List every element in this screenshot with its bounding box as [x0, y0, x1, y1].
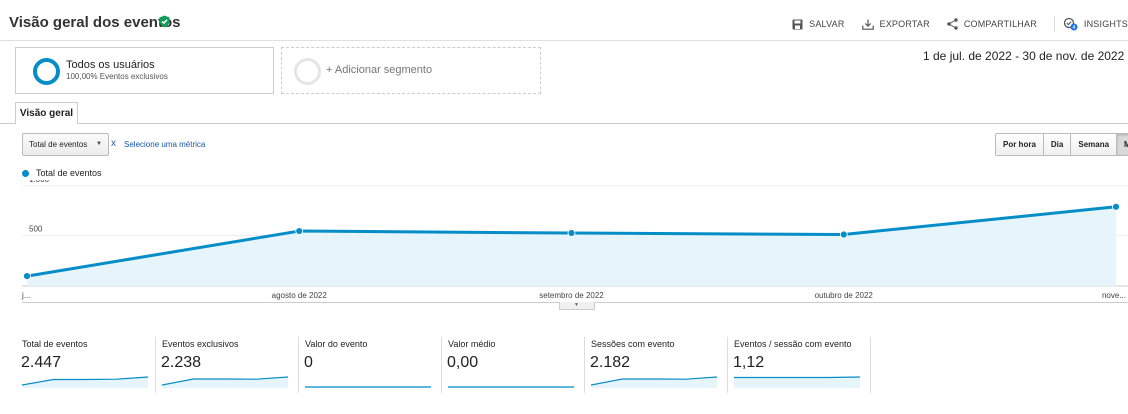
scorecard-value: 2.238: [161, 354, 202, 371]
metric-select-value: Total de eventos: [29, 140, 88, 149]
x-tick-label-4: nove...: [1102, 291, 1126, 300]
scorecard-value: 0: [304, 354, 313, 371]
scorecard[interactable]: Sessões com evento 2.182: [585, 337, 728, 393]
scorecard[interactable]: Eventos / sessão com evento 1,12: [728, 337, 871, 393]
chart-collapse-handle[interactable]: ▼: [559, 302, 595, 310]
verified-shield-icon: [159, 15, 170, 28]
insights-label: INSIGHTS: [1083, 19, 1128, 29]
granularity-day-button[interactable]: Dia: [1043, 134, 1072, 155]
export-icon: [861, 19, 874, 30]
scorecard-sparkline: [734, 376, 860, 388]
export-label: EXPORTAR: [879, 19, 930, 29]
segment-ring-icon: [33, 58, 60, 85]
segment-subtitle: 100,00% Eventos exclusivos: [66, 72, 168, 81]
report-actions: SALVAR EXPORTAR COMPARTILHAR 4 INSIGHTS: [792, 16, 1128, 32]
scorecard-label: Valor do evento: [305, 339, 368, 349]
tab-divider: [0, 123, 1128, 124]
scorecard-sparkline: [305, 386, 431, 388]
svg-text:4: 4: [1072, 25, 1075, 31]
scorecard-label: Sessões com evento: [591, 339, 675, 349]
insights-button[interactable]: 4 INSIGHTS: [1063, 17, 1128, 31]
scorecard[interactable]: Total de eventos 2.447: [16, 337, 156, 393]
save-label: SALVAR: [809, 19, 845, 29]
page-title: Visão geral dos eventos: [9, 14, 181, 31]
data-point-2[interactable]: [567, 229, 576, 237]
x-tick-label-3: outubro de 2022: [815, 291, 874, 300]
chevron-down-icon: ▼: [574, 302, 579, 308]
share-icon: [947, 18, 958, 30]
scorecard-value: 2.447: [21, 354, 62, 371]
add-segment-button[interactable]: + Adicionar segmento: [281, 47, 541, 94]
scorecard-value: 2.182: [590, 354, 631, 371]
data-point-3[interactable]: [839, 230, 848, 239]
remove-metric-icon[interactable]: x: [111, 138, 116, 149]
scorecard-label: Total de eventos: [22, 339, 88, 349]
add-segment-label: + Adicionar segmento: [326, 64, 433, 76]
scorecards: Total de eventos 2.447 Eventos exclusivos 2…: [16, 337, 871, 393]
scorecard-label: Eventos / sessão com evento: [734, 339, 852, 349]
legend-dot-icon: [22, 169, 29, 177]
empty-segment-ring-icon: [294, 58, 321, 85]
granularity-month-button[interactable]: Mês: [1117, 134, 1128, 155]
series-area: [27, 206, 1116, 286]
granularity-toggle: Por hora Dia Semana Mês: [995, 133, 1128, 156]
share-label: COMPARTILHAR: [963, 19, 1037, 29]
y-tick-label-1: 500: [29, 225, 43, 234]
date-range-picker[interactable]: 1 de jul. de 2022 - 30 de nov. de 2022▼: [923, 49, 1128, 63]
granularity-week-button[interactable]: Semana: [1071, 134, 1118, 155]
scorecard[interactable]: Valor do evento 0: [299, 337, 442, 393]
data-point-1[interactable]: [295, 227, 304, 235]
date-range-text: 1 de jul. de 2022 - 30 de nov. de 2022: [923, 49, 1125, 63]
scorecard-value: 0,00: [447, 354, 479, 371]
segment-name: Todos os usuários: [66, 59, 155, 71]
actions-divider: [1053, 16, 1055, 32]
x-tick-label-1: agosto de 2022: [272, 291, 328, 300]
granularity-hour-button[interactable]: Por hora: [996, 134, 1044, 155]
chevron-down-icon: ▼: [96, 141, 102, 147]
scorecard[interactable]: Valor médio 0,00: [442, 337, 585, 393]
insights-icon: 4: [1063, 17, 1078, 31]
scorecard-sparkline: [162, 376, 288, 388]
save-icon: [792, 19, 803, 29]
scorecard-label: Eventos exclusivos: [162, 339, 239, 349]
x-tick-label-0: j...: [21, 291, 30, 300]
y-tick-label-0: 1.000: [29, 180, 50, 184]
save-button[interactable]: SALVAR: [792, 19, 844, 30]
sparkline-line: [734, 376, 860, 379]
x-tick-label-2: setembro de 2022: [539, 291, 604, 300]
tab-overview[interactable]: Visão geral: [15, 102, 78, 124]
data-point-4[interactable]: [1112, 202, 1120, 211]
legend-label: Total de eventos: [36, 168, 102, 178]
data-point-0[interactable]: [23, 272, 31, 280]
chart-legend: Total de eventos: [22, 168, 102, 178]
segment-card-all-users[interactable]: Todos os usuários 100,00% Eventos exclus…: [15, 47, 274, 94]
scorecard-value: 1,12: [733, 354, 765, 371]
scorecard-sparkline: [591, 376, 717, 388]
page-header: Visão geral dos eventos SALVAR EXPORTAR: [0, 0, 1128, 41]
sparkline-area: [734, 377, 860, 388]
events-chart[interactable]: 1.000 500 j... agosto de 2022 setembro de 20…: [0, 180, 1128, 305]
scorecard-sparkline: [22, 376, 148, 388]
metric-select[interactable]: Total de eventos ▼: [22, 133, 109, 156]
scorecard-sparkline: [448, 386, 574, 388]
scorecard[interactable]: Eventos exclusivos 2.238: [156, 337, 299, 393]
scorecard-label: Valor médio: [448, 339, 496, 349]
select-metric-link[interactable]: Selecione uma métrica: [124, 140, 205, 149]
export-button[interactable]: EXPORTAR: [861, 19, 930, 30]
share-button[interactable]: COMPARTILHAR: [947, 18, 1037, 30]
